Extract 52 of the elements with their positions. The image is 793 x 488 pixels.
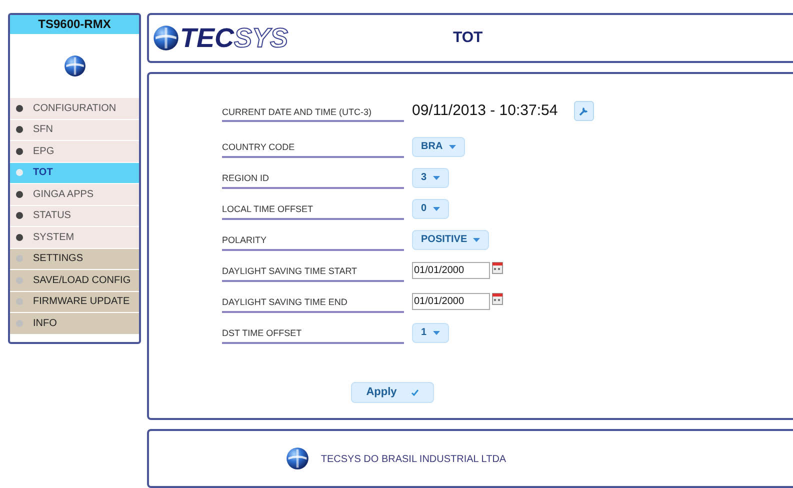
dropdown[interactable]: 0 <box>412 198 449 219</box>
company-name: TECSYS DO BRASIL INDUSTRIAL LTDA <box>320 452 506 467</box>
field-label: DAYLIGHT SAVING TIME END <box>222 296 404 313</box>
bullet-icon <box>16 212 23 220</box>
sidebar-item[interactable]: SETTINGS <box>10 248 139 269</box>
logo-text: TECSYS <box>180 24 288 52</box>
bullet-icon <box>16 190 23 198</box>
field-label: DST TIME OFFSET <box>222 327 404 344</box>
field-label: CURRENT DATE AND TIME (UTC-3) <box>222 106 404 122</box>
caret-icon <box>473 238 480 242</box>
calendar-icon <box>492 293 503 306</box>
globe-icon <box>64 55 86 77</box>
field-label: POLARITY <box>222 234 404 251</box>
page-title: TOT <box>453 28 483 48</box>
field-label: LOCAL TIME OFFSET <box>222 203 404 220</box>
field-label: REGION ID <box>222 172 404 189</box>
dropdown[interactable]: BRA <box>412 136 465 157</box>
caret-icon <box>448 144 456 149</box>
caret-icon <box>432 330 440 335</box>
date-time-value: 09/11/2013 - 10:37:54 <box>412 100 558 121</box>
bullet-icon <box>16 104 23 112</box>
sidebar-item[interactable]: FIRMWARE UPDATE <box>10 292 139 312</box>
device-title: TS9600-RMX <box>10 15 139 34</box>
sidebar-item[interactable]: SYSTEM <box>10 227 139 248</box>
bullet-icon <box>16 169 23 176</box>
sidebar-item[interactable]: SFN <box>10 120 139 140</box>
footer-logo-icon <box>286 446 309 470</box>
sidebar-item[interactable]: SAVE/LOAD CONFIG <box>10 270 139 290</box>
sidebar-item[interactable]: INFO <box>10 313 139 334</box>
calendar-icon <box>492 262 503 274</box>
sidebar-item[interactable]: EPG <box>10 141 139 162</box>
sidebar-item[interactable]: STATUS <box>10 206 139 226</box>
sidebar-item[interactable]: GINGA APPS <box>10 184 139 204</box>
dropdown[interactable]: 1 <box>412 322 449 343</box>
bullet-icon <box>16 234 23 241</box>
field-label: DAYLIGHT SAVING TIME START <box>222 265 404 282</box>
sidebar-item[interactable]: TOT <box>10 162 139 183</box>
caret-icon <box>432 206 440 211</box>
dropdown[interactable]: POSITIVE <box>412 230 490 250</box>
apply-button[interactable]: Apply <box>351 382 434 404</box>
sidebar-item[interactable]: CONFIGURATION <box>10 98 139 118</box>
date-field[interactable]: 01/01/2000 <box>412 262 490 280</box>
date-field[interactable]: 01/01/2000 <box>412 293 490 310</box>
bullet-icon <box>16 126 23 134</box>
dropdown[interactable]: 3 <box>412 168 449 188</box>
bullet-icon <box>16 148 23 155</box>
wrench-icon <box>578 106 589 116</box>
logo-icon <box>153 25 179 52</box>
wrench-button[interactable] <box>574 101 594 122</box>
check-icon <box>410 389 419 396</box>
caret-icon <box>432 176 440 180</box>
field-label: COUNTRY CODE <box>222 141 404 158</box>
